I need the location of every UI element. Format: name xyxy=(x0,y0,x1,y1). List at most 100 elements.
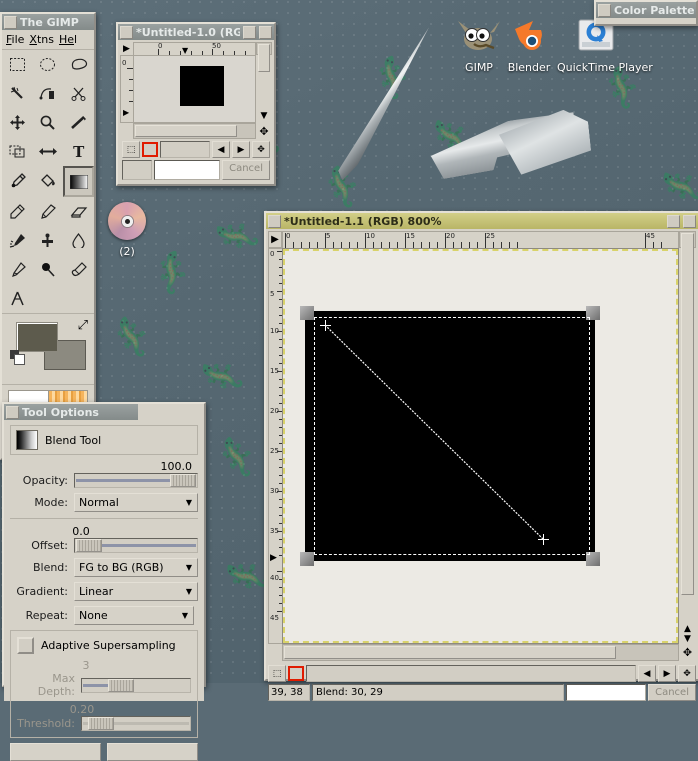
navigation-preview-button[interactable]: ✥ xyxy=(256,123,272,139)
eraser-tool[interactable] xyxy=(63,197,94,226)
close-button[interactable] xyxy=(107,743,198,761)
move-tool[interactable] xyxy=(2,108,33,137)
menu-file[interactable]: File xyxy=(6,33,24,46)
quickmask-off-button[interactable]: ⬚ xyxy=(268,665,286,682)
crop-tool[interactable] xyxy=(2,137,33,166)
gradient-end-handle[interactable] xyxy=(538,534,549,545)
scroll-left-button[interactable]: ◀ xyxy=(638,665,656,682)
spacer xyxy=(268,644,282,661)
rect-select-tool[interactable] xyxy=(2,50,33,79)
tool-options-titlebar[interactable]: Tool Options xyxy=(4,404,138,420)
menu-xtns[interactable]: Xtns xyxy=(29,33,54,46)
transform-tool[interactable] xyxy=(33,137,64,166)
color-palette-window[interactable]: Color Palette xyxy=(594,0,698,26)
window-menu-button[interactable] xyxy=(120,26,133,39)
horizontal-scrollbar-small[interactable] xyxy=(133,123,256,139)
foreground-color-swatch[interactable] xyxy=(16,322,58,352)
horizontal-scrollbar-main[interactable] xyxy=(282,644,679,661)
repeat-row[interactable]: Repeat: None ▼ xyxy=(10,606,198,625)
blend-dropdown[interactable]: FG to BG (RGB) ▼ xyxy=(74,558,198,577)
scroll-right-button[interactable]: ▶ xyxy=(232,141,250,158)
image-window-main-toolrow[interactable]: ⬚ ◀ ▶ ✥ xyxy=(266,663,698,684)
navigate-button[interactable]: ✥ xyxy=(252,141,270,158)
menu-help[interactable]: Hel xyxy=(59,33,77,46)
intelligent-scissors-tool[interactable] xyxy=(63,79,94,108)
image-window-small-toolrow[interactable]: ⬚ ◀ ▶ ✥ xyxy=(120,139,272,160)
gradient-dropdown[interactable]: Linear ▼ xyxy=(74,582,198,601)
offset-row[interactable]: Offset: xyxy=(10,538,198,553)
gimp-toolbox-window[interactable]: The GIMP File Xtns Hel T xyxy=(0,12,96,460)
bucket-fill-tool[interactable] xyxy=(33,166,64,195)
vertical-scrollbar-main[interactable] xyxy=(679,231,696,248)
origin-button[interactable]: ▶ xyxy=(268,231,282,248)
convolve-tool[interactable] xyxy=(63,226,94,255)
maximize-button[interactable] xyxy=(683,215,696,228)
window-menu-button[interactable] xyxy=(4,16,17,29)
dodge-burn-tool[interactable] xyxy=(33,255,64,284)
canvas-small[interactable] xyxy=(133,55,256,123)
swap-colors-icon[interactable]: ⤢ xyxy=(78,318,88,333)
opacity-row[interactable]: Opacity: xyxy=(10,473,198,488)
vertical-scrollbar-small[interactable] xyxy=(256,42,272,55)
origin-button[interactable]: ▶ xyxy=(120,42,133,55)
tool-grid[interactable]: T xyxy=(2,50,94,313)
path-tool[interactable] xyxy=(2,284,33,313)
image-window-untitled-1-0[interactable]: *Untitled-1.0 (RGB) 1 ▶ 0 50 ▼ xyxy=(116,22,276,186)
cancel-button-small[interactable]: Cancel xyxy=(222,160,270,180)
mode-row[interactable]: Mode: Normal ▼ xyxy=(10,493,198,512)
navigate-button[interactable]: ✥ xyxy=(678,665,696,682)
fuzzy-select-tool[interactable] xyxy=(2,79,33,108)
maximize-button[interactable] xyxy=(259,26,272,39)
scroll-right-button[interactable]: ▶ xyxy=(658,665,676,682)
blend-row[interactable]: Blend: FG to BG (RGB) ▼ xyxy=(10,558,198,577)
scroll-left-button[interactable]: ◀ xyxy=(212,141,230,158)
gradient-start-handle[interactable] xyxy=(320,320,331,331)
opacity-slider[interactable] xyxy=(74,473,198,488)
free-select-tool[interactable] xyxy=(63,50,94,79)
repeat-dropdown[interactable]: None ▼ xyxy=(74,606,194,625)
window-menu-button[interactable] xyxy=(268,215,281,228)
image-window-untitled-1-1[interactable]: *Untitled-1.1 (RGB) 800% ▶ 0 5 10 15 20 … xyxy=(264,211,698,681)
clone-tool[interactable] xyxy=(33,226,64,255)
smudge-tool[interactable] xyxy=(63,255,94,284)
image-window-main-titlebar[interactable]: *Untitled-1.1 (RGB) 800% xyxy=(266,213,698,229)
navigation-preview-button[interactable]: ✥ xyxy=(679,644,696,661)
ruler-label: 25 xyxy=(486,233,495,240)
ink-tool[interactable] xyxy=(2,255,33,284)
image-layer-black[interactable] xyxy=(305,311,595,561)
mode-dropdown[interactable]: Normal ▼ xyxy=(74,493,198,512)
pencil-tool[interactable] xyxy=(2,197,33,226)
color-picker-tool[interactable] xyxy=(2,166,33,195)
window-menu-button[interactable] xyxy=(598,4,611,17)
adaptive-supersampling-checkbox[interactable] xyxy=(17,637,34,654)
tool-options-buttons[interactable] xyxy=(10,743,198,761)
minimize-button[interactable] xyxy=(243,26,256,39)
tool-options-window[interactable]: Tool Options Blend Tool 100.0 Opacity: M… xyxy=(2,402,206,687)
color-swatch-area[interactable]: ⤢ xyxy=(2,313,94,384)
measure-tool[interactable] xyxy=(63,108,94,137)
minimize-button[interactable] xyxy=(667,215,680,228)
toolbox-titlebar[interactable]: The GIMP xyxy=(2,14,94,30)
toolbox-menubar[interactable]: File Xtns Hel xyxy=(2,30,94,50)
ellipse-select-tool[interactable] xyxy=(33,50,64,79)
offset-slider[interactable] xyxy=(74,538,198,553)
magnify-tool[interactable] xyxy=(33,108,64,137)
blend-tool[interactable] xyxy=(63,166,94,197)
gradient-row[interactable]: Gradient: Linear ▼ xyxy=(10,582,198,601)
image-window-small-titlebar[interactable]: *Untitled-1.0 (RGB) 1 xyxy=(118,24,274,40)
quickmask-off-button[interactable]: ⬚ xyxy=(122,141,140,158)
bezier-select-tool[interactable] xyxy=(33,79,64,108)
desktop-icon-disc[interactable]: (2) xyxy=(88,198,166,258)
color-palette-titlebar[interactable]: Color Palette xyxy=(596,2,696,18)
cancel-button-main[interactable]: Cancel xyxy=(648,684,696,701)
canvas-main[interactable] xyxy=(282,248,679,644)
quickmask-on-button[interactable] xyxy=(142,142,158,157)
reset-colors-icon[interactable] xyxy=(10,350,24,364)
text-tool[interactable]: T xyxy=(63,137,94,166)
airbrush-tool[interactable] xyxy=(2,226,33,255)
window-menu-button[interactable] xyxy=(6,406,19,419)
quickmask-on-button[interactable] xyxy=(288,666,304,681)
adaptive-supersampling-row[interactable]: Adaptive Supersampling xyxy=(17,637,191,654)
reset-button[interactable] xyxy=(10,743,101,761)
paintbrush-tool[interactable] xyxy=(33,197,64,226)
